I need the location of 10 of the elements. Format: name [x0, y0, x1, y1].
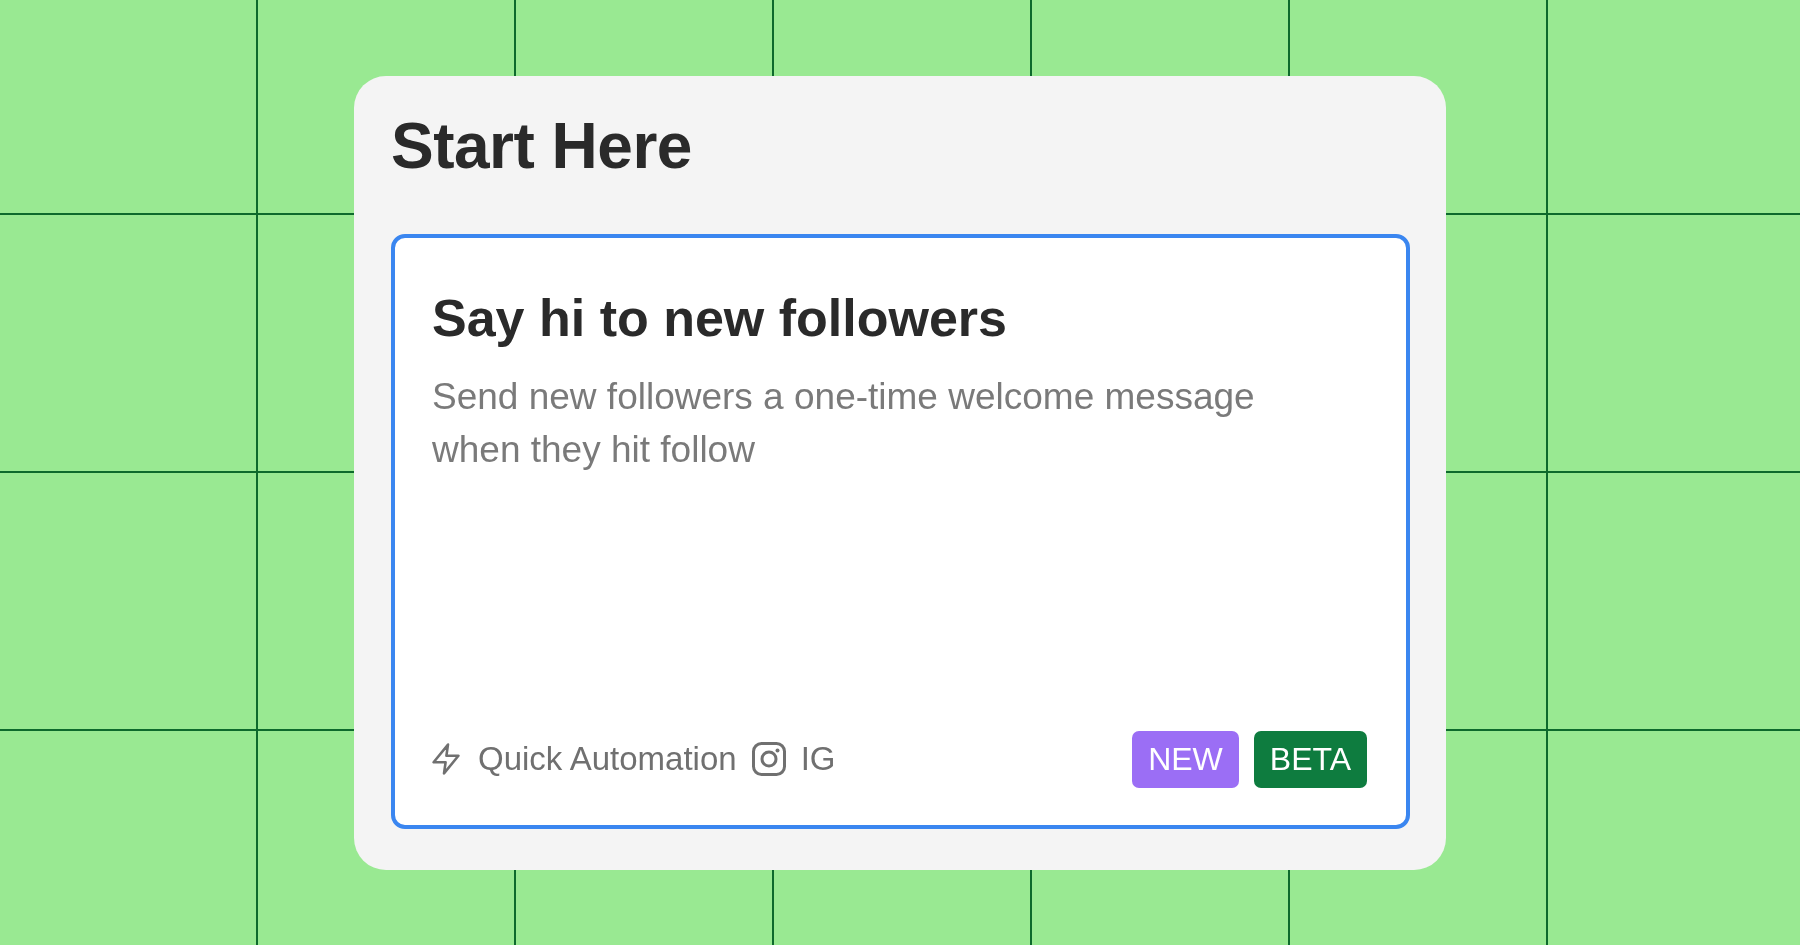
status-tag: NEW: [1132, 730, 1239, 788]
card-title: Say hi to new followers: [432, 288, 1008, 350]
card-description: Send new followers a one-time welcome message when they hit follow: [432, 374, 1256, 472]
template-card[interactable]: Say hi to new followers Send new followers a one-time welcome message when they hit follow Quick Automation IG NEW BETA: [391, 234, 1410, 829]
status-tag: BETA: [1253, 730, 1367, 788]
camera-icon: [751, 742, 786, 776]
lightning-icon: [432, 743, 460, 775]
meta-label: IG: [800, 739, 836, 779]
panel-title: Start Here: [391, 108, 693, 184]
meta-label: Quick Automation: [478, 739, 737, 779]
